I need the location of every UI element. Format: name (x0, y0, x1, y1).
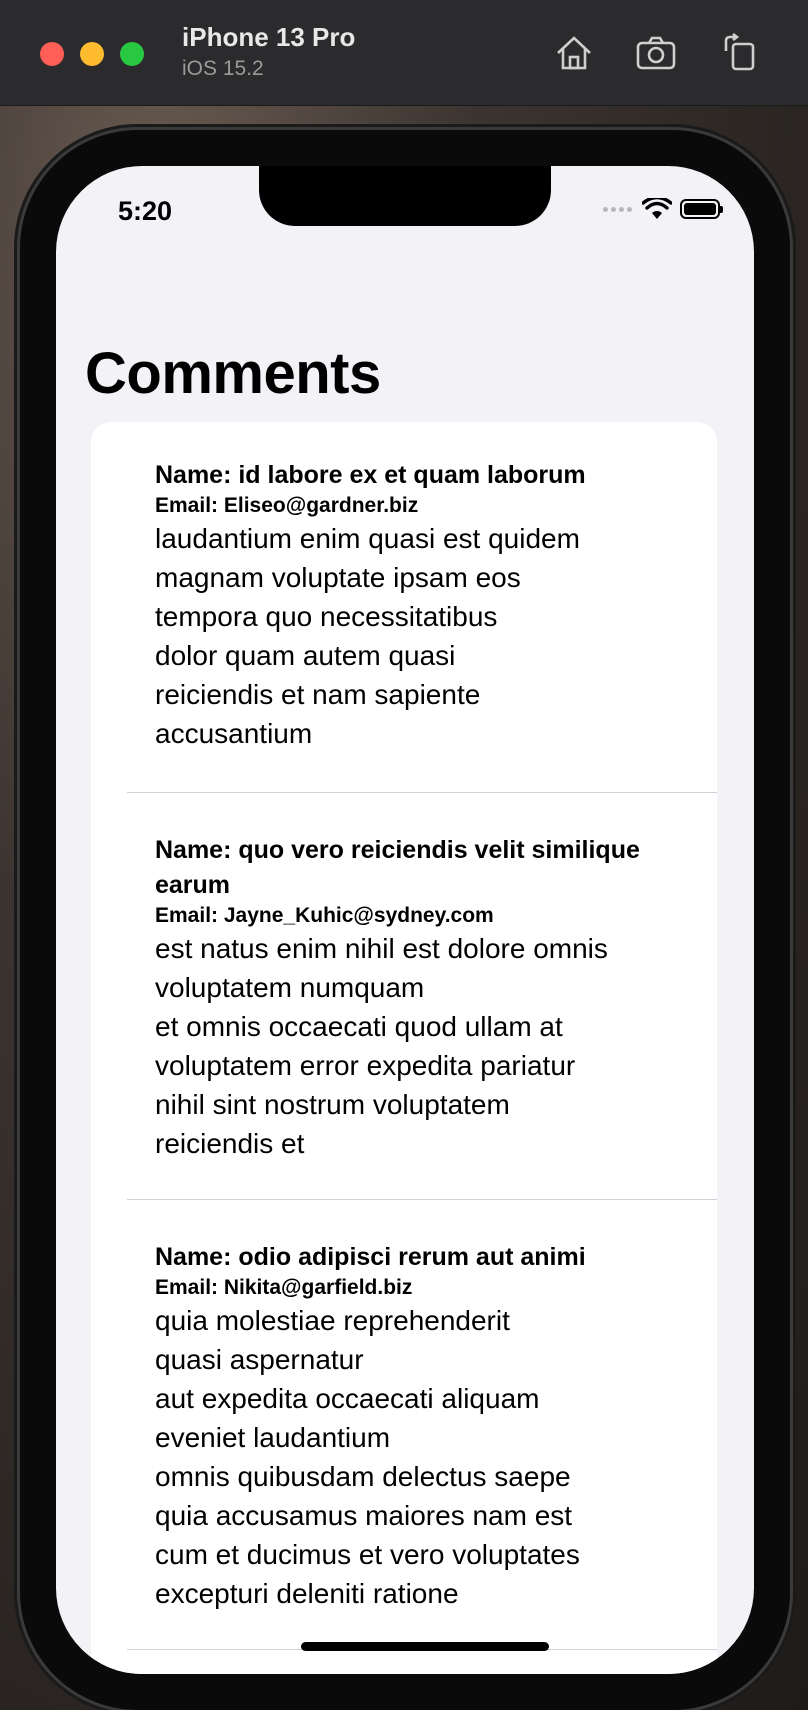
rotate-icon (724, 33, 755, 71)
device-screen: 5:20 Comments Name: id labore ex et quam… (56, 166, 754, 1674)
battery-icon (680, 199, 723, 219)
wifi-icon (642, 198, 672, 219)
device-frame: 5:20 Comments Name: id labore ex et quam… (20, 130, 790, 1710)
page-title: Comments (85, 341, 381, 406)
comment-name: Name: id labore ex et quam laborum (155, 461, 586, 489)
status-time: 5:20 (118, 196, 173, 226)
zoom-window-button[interactable] (120, 42, 144, 66)
home-button[interactable] (551, 30, 597, 76)
simulator-toolbar: iPhone 13 Pro iOS 15.2 (0, 0, 808, 106)
minimize-window-button[interactable] (80, 42, 104, 66)
camera-icon (636, 36, 676, 70)
rotate-button[interactable] (717, 30, 763, 76)
home-icon (557, 36, 591, 70)
comments-list[interactable]: Name: id labore ex et quam laborum Email… (91, 422, 717, 1674)
close-window-button[interactable] (40, 42, 64, 66)
list-item[interactable]: Name: id labore ex et quam laborum Email… (91, 422, 717, 793)
comment-name: Name: quo vero reiciendis velit similiqu… (155, 836, 640, 899)
simulator-device-name: iPhone 13 Pro (182, 22, 356, 52)
comment-email: Email: Nikita@garfield.biz (155, 1276, 413, 1299)
comment-content: Name: quo vero reiciendis velit similiqu… (155, 833, 675, 1163)
comment-email: Email: Jayne_Kuhic@sydney.com (155, 904, 494, 927)
comment-name: Name: odio adipisci rerum aut animi (155, 1243, 586, 1271)
simulator-os-version: iOS 15.2 (182, 57, 264, 80)
comment-body: laudantium enim quasi est quidem magnam … (155, 523, 580, 749)
comment-content: Name: id labore ex et quam laborum Email… (155, 458, 675, 753)
comment-body: est natus enim nihil est dolore omnis vo… (155, 933, 608, 1159)
list-item[interactable]: Name: odio adipisci rerum aut animi Emai… (91, 1200, 717, 1650)
screenshot-button[interactable] (633, 30, 679, 76)
comment-content: Name: odio adipisci rerum aut animi Emai… (155, 1240, 675, 1613)
comment-email: Email: Eliseo@gardner.biz (155, 494, 419, 517)
home-indicator[interactable] (301, 1642, 549, 1651)
list-item[interactable]: Name: quo vero reiciendis velit similiqu… (91, 793, 717, 1200)
comment-body: quia molestiae reprehenderit quasi asper… (155, 1305, 580, 1609)
cellular-signal-icon (603, 206, 632, 212)
status-icons (603, 198, 723, 220)
notch (259, 166, 551, 226)
